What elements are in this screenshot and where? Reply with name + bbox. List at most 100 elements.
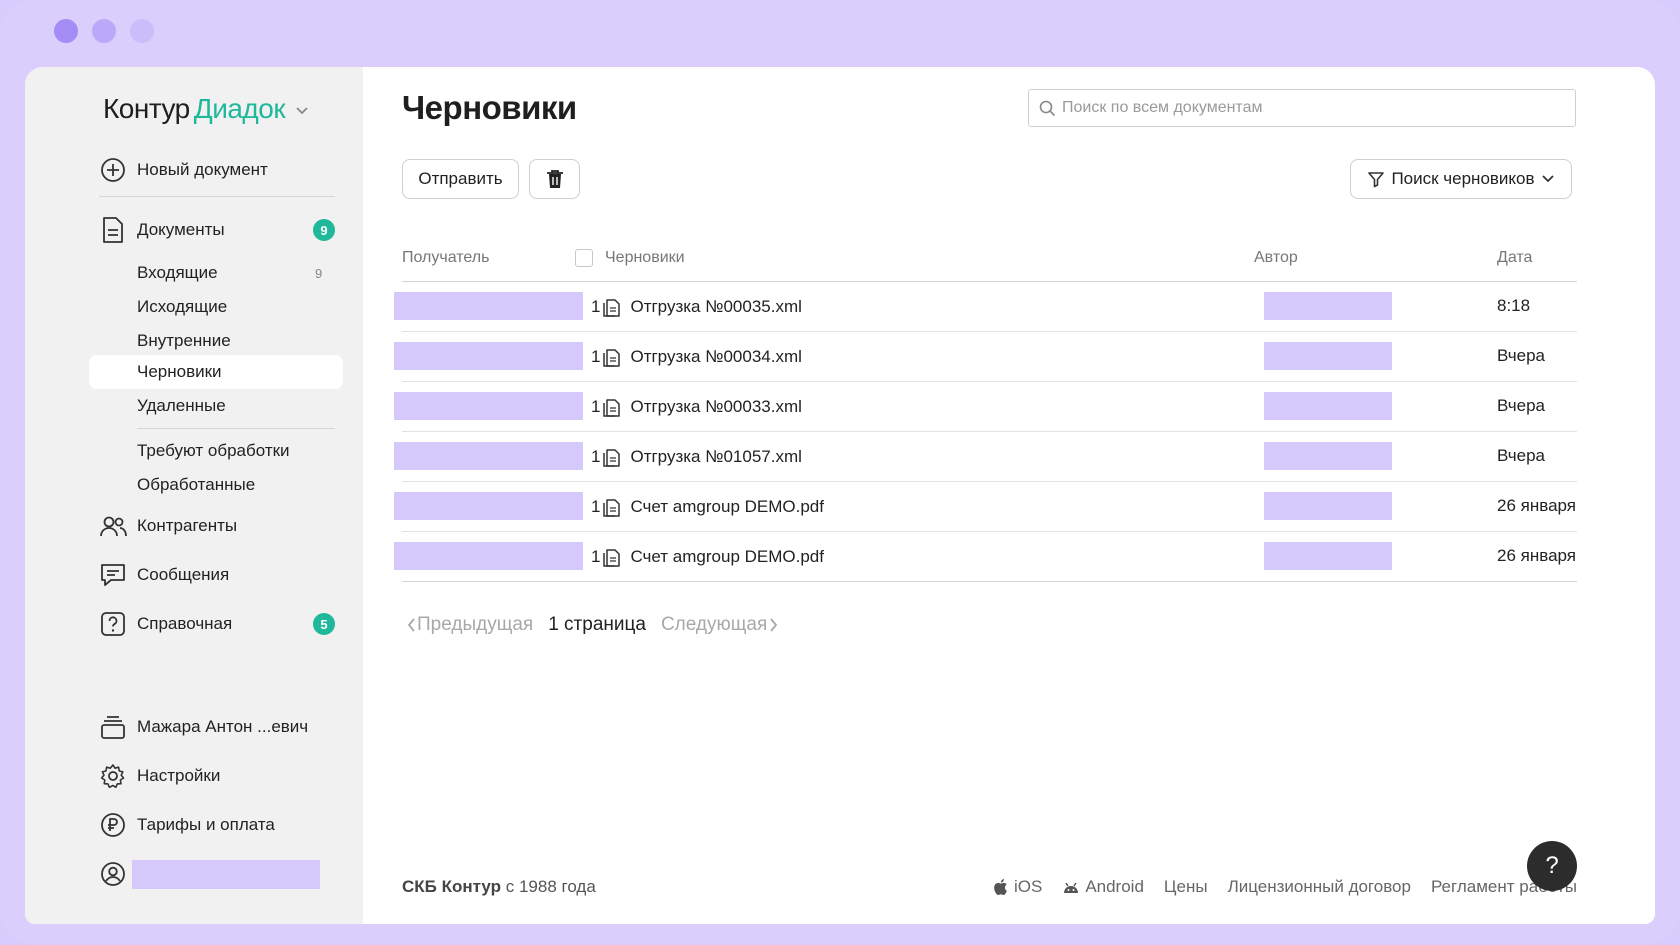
sidebar-item-outgoing[interactable]: Исходящие xyxy=(25,290,363,324)
doc-count: 1 xyxy=(591,497,601,516)
footer-link-prices[interactable]: Цены xyxy=(1164,877,1208,897)
document-copy-icon xyxy=(603,449,621,467)
incoming-count: 9 xyxy=(315,265,323,281)
help-square-icon xyxy=(99,610,127,638)
documents-label: Документы xyxy=(137,220,225,239)
footer-link-ios[interactable]: iOS xyxy=(993,877,1042,897)
plus-circle-icon xyxy=(99,156,127,184)
filter-drafts-button[interactable]: Поиск черновиков xyxy=(1350,159,1572,199)
window-dot-minimize[interactable] xyxy=(92,19,116,43)
author-redacted xyxy=(1264,492,1392,520)
table-row[interactable]: 1 Отгрузка №00033.xml xyxy=(591,394,802,420)
document-copy-icon xyxy=(603,499,621,517)
author-redacted xyxy=(1264,392,1392,420)
help-chat-button[interactable]: ? xyxy=(1527,841,1577,891)
row-divider xyxy=(402,481,1577,482)
help-badge: 5 xyxy=(313,613,335,635)
footer-since: с 1988 года xyxy=(505,877,596,896)
window-dot-close[interactable] xyxy=(54,19,78,43)
trash-icon xyxy=(546,170,563,188)
sidebar-item-messages[interactable]: Сообщения xyxy=(25,557,363,593)
document-copy-icon xyxy=(603,299,621,317)
author-redacted xyxy=(1264,342,1392,370)
app-window: Контур Диадок Новый документ Документы 9… xyxy=(25,67,1655,924)
send-button[interactable]: Отправить xyxy=(402,159,519,199)
doc-date: Вчера xyxy=(1497,346,1545,365)
sidebar-subdivider xyxy=(137,428,335,429)
deleted-label: Удаленные xyxy=(137,396,226,415)
search-input[interactable]: Поиск по всем документам xyxy=(1028,89,1576,127)
new-document-label: Новый документ xyxy=(137,160,268,179)
table-row[interactable]: 1 Счет amgroup DEMO.pdf xyxy=(591,494,824,520)
sidebar-item-internal[interactable]: Внутренние xyxy=(25,324,363,358)
sidebar-item-tariffs[interactable]: Тарифы и оплата xyxy=(25,807,363,843)
sidebar-item-drafts[interactable]: Черновики xyxy=(89,355,343,389)
messages-label: Сообщения xyxy=(137,565,230,584)
new-document-button[interactable]: Новый документ xyxy=(25,153,363,187)
doc-count: 1 xyxy=(591,447,601,466)
chevron-down-icon xyxy=(1541,175,1554,183)
doc-name: Отгрузка №00034.xml xyxy=(630,347,802,366)
doc-date: Вчера xyxy=(1497,446,1545,465)
footer-links: iOS Android Цены Лицензионный договор Ре… xyxy=(993,877,1577,897)
document-copy-icon xyxy=(603,399,621,417)
footer-link-license[interactable]: Лицензионный договор xyxy=(1228,877,1411,897)
table-row[interactable]: 1 Отгрузка №01057.xml xyxy=(591,444,802,470)
delete-button[interactable] xyxy=(529,159,580,199)
logo-text-kontur: Контур xyxy=(103,93,190,124)
settings-label: Настройки xyxy=(137,766,221,785)
logo-text-diadoc: Диадок xyxy=(193,93,286,124)
table-row[interactable]: 1 Отгрузка №00034.xml xyxy=(591,344,802,370)
prev-page-button[interactable]: Предыдущая xyxy=(407,614,533,636)
doc-count: 1 xyxy=(591,347,601,366)
column-header-recipient[interactable]: Получатель xyxy=(402,249,489,267)
recipient-redacted xyxy=(394,442,583,470)
sidebar-divider xyxy=(99,196,335,197)
android-label: Android xyxy=(1085,877,1144,896)
doc-count: 1 xyxy=(591,547,601,566)
select-all-checkbox[interactable] xyxy=(575,249,593,267)
doc-name: Отгрузка №01057.xml xyxy=(630,447,802,466)
doc-count: 1 xyxy=(591,397,601,416)
doc-date: Вчера xyxy=(1497,396,1545,415)
doc-name: Отгрузка №00033.xml xyxy=(630,397,802,416)
sidebar-item-user[interactable]: Мажара Антон ...евич xyxy=(25,709,363,745)
sidebar-item-documents[interactable]: Документы 9 xyxy=(25,212,363,248)
sidebar-item-contractors[interactable]: Контрагенты xyxy=(25,508,363,544)
doc-name: Отгрузка №00035.xml xyxy=(630,297,802,316)
recipient-redacted xyxy=(394,292,583,320)
table-row[interactable]: 1 Отгрузка №00035.xml xyxy=(591,294,802,320)
sidebar-item-incoming[interactable]: Входящие 9 xyxy=(25,256,363,290)
sidebar-item-processed[interactable]: Обработанные xyxy=(25,468,363,502)
sidebar-item-requires-processing[interactable]: Требуют обработки xyxy=(25,434,363,468)
sidebar-item-settings[interactable]: Настройки xyxy=(25,758,363,794)
account-redacted xyxy=(132,860,320,889)
footer-link-android[interactable]: Android xyxy=(1062,877,1144,897)
logo[interactable]: Контур Диадок xyxy=(103,93,309,125)
author-redacted xyxy=(1264,542,1392,570)
chevron-left-icon xyxy=(407,618,415,632)
column-header-drafts[interactable]: Черновики xyxy=(605,249,685,267)
sidebar-item-help[interactable]: Справочная 5 xyxy=(25,606,363,642)
search-icon xyxy=(1039,100,1056,116)
filter-drafts-label: Поиск черновиков xyxy=(1391,169,1535,188)
sidebar: Контур Диадок Новый документ Документы 9… xyxy=(25,67,363,924)
author-redacted xyxy=(1264,442,1392,470)
window-dot-maximize[interactable] xyxy=(130,19,154,43)
prev-page-label: Предыдущая xyxy=(417,614,534,635)
next-page-button[interactable]: Следующая xyxy=(661,614,779,636)
internal-label: Внутренние xyxy=(137,331,231,350)
sidebar-item-deleted[interactable]: Удаленные xyxy=(25,389,363,423)
table-row[interactable]: 1 Счет amgroup DEMO.pdf xyxy=(591,544,824,570)
footer-copyright: СКБ Контур с 1988 года xyxy=(402,877,596,897)
doc-date: 26 января xyxy=(1497,546,1576,565)
processed-label: Обработанные xyxy=(137,475,256,494)
documents-badge: 9 xyxy=(313,219,335,241)
user-label: Мажара Антон ...евич xyxy=(137,717,309,736)
page-title: Черновики xyxy=(402,89,577,126)
document-copy-icon xyxy=(603,549,621,567)
android-icon xyxy=(1064,882,1079,893)
column-header-date[interactable]: Дата xyxy=(1497,249,1532,267)
outgoing-label: Исходящие xyxy=(137,297,228,316)
column-header-author[interactable]: Автор xyxy=(1254,249,1298,267)
